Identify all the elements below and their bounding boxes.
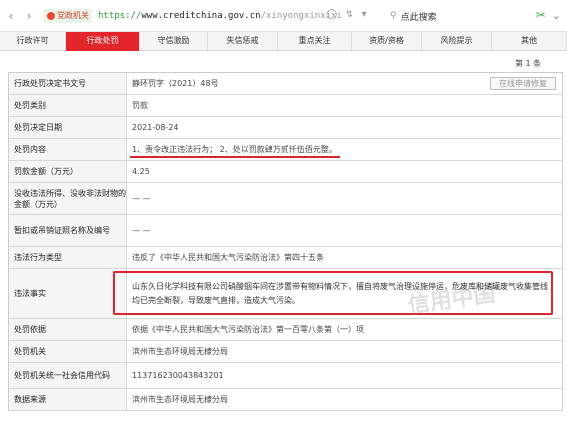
row-label: 行政处罚决定书文号 [9, 73, 127, 94]
table-row: 处罚机关 滨州市生态环境局无棣分局 [9, 341, 563, 363]
table-row: 处罚依据 依据《中华人民共和国大气污染防治法》第一百零八条第（一）项 [9, 319, 563, 341]
row-label: 处罚依据 [9, 319, 127, 340]
row-label: 没收违法所得、没收非法财物的金额（万元） [9, 183, 127, 214]
url-scheme: https:// [98, 10, 142, 21]
category-tabs: 行政许可 行政处罚 守信激励 失信惩戒 重点关注 资质/资格 风险提示 其他 [0, 32, 567, 51]
gov-badge: 党政机关 [44, 8, 92, 23]
tab-qualification[interactable]: 资质/资格 [352, 32, 422, 51]
row-label: 暂扣或吊销证照名称及编号 [9, 215, 127, 246]
page-indicator: 第 1 条 [515, 59, 542, 68]
table-row: 没收违法所得、没收非法财物的金额（万元） — — [9, 183, 563, 215]
tab-key-attention[interactable]: 重点关注 [278, 32, 352, 51]
row-label: 数据来源 [9, 389, 127, 410]
dropdown-icon[interactable]: ▾ [362, 9, 367, 20]
tab-dishonesty-punishment[interactable]: 失信惩戒 [208, 32, 278, 51]
gov-emblem-icon [47, 11, 55, 20]
apply-repair-button[interactable]: 在线申请修复 [490, 77, 556, 90]
table-row: 数据来源 滨州市生态环境局无棣分局 [9, 389, 563, 411]
search-icon: ⚲ [390, 11, 397, 21]
row-value: 2021-08-24 [127, 117, 563, 138]
browser-search-box[interactable]: ⚲ 点此搜索 [390, 8, 518, 24]
tab-administrative-penalty[interactable]: 行政处罚 [66, 32, 140, 51]
row-label: 处罚类别 [9, 95, 127, 116]
shield-icon[interactable]: ◯ [326, 9, 337, 20]
row-value: — — [127, 215, 563, 246]
row-value: 罚款 [127, 95, 563, 116]
table-row: 罚款金额（万元） 4.25 [9, 161, 563, 183]
row-label: 违法事实 [9, 269, 127, 318]
tab-risk-warning[interactable]: 风险提示 [422, 32, 492, 51]
chevron-down-icon[interactable]: ⌄ [552, 9, 561, 22]
row-value: 静环罚字（2021）48号 在线申请修复 [127, 73, 563, 94]
address-bar[interactable]: 党政机关 https:// www.creditchina.gov.cn /xi… [44, 0, 342, 32]
table-row: 暂扣或吊销证照名称及编号 — — [9, 215, 563, 247]
tab-other[interactable]: 其他 [492, 32, 567, 51]
extension-icons: ✂ ⌄ [536, 8, 561, 22]
search-placeholder: 点此搜索 [400, 12, 437, 23]
penalty-content: 1、责令改正违法行为； 2、处以罚款肆万贰仟伍佰元整。 [132, 145, 337, 154]
row-value: 信用中国 山东久日化学科技有限公司硝酸铟车间在涉置带有物料情况下，擅自将废气治理… [113, 269, 563, 319]
row-value: 滨州市生态环境局无棣分局 [127, 341, 563, 362]
row-value: — — [127, 183, 563, 214]
table-row: 处罚决定日期 2021-08-24 [9, 117, 563, 139]
row-value: 11371623004384320​1 [127, 363, 563, 388]
table-row: 违法事实 信用中国 山东久日化学科技有限公司硝酸铟车间在涉置带有物料情况下，擅自… [9, 269, 563, 319]
row-value: 4.25 [127, 161, 563, 182]
row-label: 处罚机关统一社会信用代码 [9, 363, 127, 388]
table-row: 处罚类别 罚款 [9, 95, 563, 117]
row-label: 违法行为类型 [9, 247, 127, 268]
lightning-icon[interactable]: ↯ [345, 9, 353, 20]
row-value: 违反了《中华人民共和国大气污染防治法》第四十五条 [127, 247, 563, 268]
decision-number: 静环罚字（2021）48号 [132, 79, 219, 88]
violation-facts: 山东久日化学科技有限公司硝酸铟车间在涉置带有物料情况下，擅自将废气治理设施停运，… [132, 281, 548, 305]
penalty-detail-table: 行政处罚决定书文号 静环罚字（2021）48号 在线申请修复 处罚类别 罚款 处… [8, 72, 563, 411]
table-row: 处罚机关统一社会信用代码 11371623004384320​1 [9, 363, 563, 389]
row-value: 1、责令改正违法行为； 2、处以罚款肆万贰仟伍佰元整。 [127, 139, 563, 160]
row-value: 依据《中华人民共和国大气污染防治法》第一百零八条第（一）项 [127, 319, 563, 340]
table-row: 处罚内容 1、责令改正违法行为； 2、处以罚款肆万贰仟伍佰元整。 [9, 139, 563, 161]
tab-administrative-license[interactable]: 行政许可 [0, 32, 66, 51]
scissors-icon[interactable]: ✂ [536, 8, 546, 22]
table-row: 违法行为类型 违反了《中华人民共和国大气污染防治法》第四十五条 [9, 247, 563, 269]
tab-credit-incentive[interactable]: 守信激励 [140, 32, 208, 51]
table-row: 行政处罚决定书文号 静环罚字（2021）48号 在线申请修复 [9, 73, 563, 95]
red-underline-annotation [130, 156, 340, 158]
row-label: 罚款金额（万元） [9, 161, 127, 182]
address-bar-icons: ◯ ↯ ▾ [326, 9, 367, 20]
row-label: 处罚决定日期 [9, 117, 127, 138]
forward-icon[interactable]: › [22, 9, 36, 23]
browser-toolbar: ‹ › 党政机关 https:// www.creditchina.gov.cn… [0, 0, 567, 32]
row-label: 处罚机关 [9, 341, 127, 362]
url-domain: www.creditchina.gov.cn [141, 10, 261, 21]
row-value: 滨州市生态环境局无棣分局 [127, 389, 563, 410]
back-icon[interactable]: ‹ [4, 9, 18, 23]
row-label: 处罚内容 [9, 139, 127, 160]
gov-badge-label: 党政机关 [57, 11, 89, 20]
